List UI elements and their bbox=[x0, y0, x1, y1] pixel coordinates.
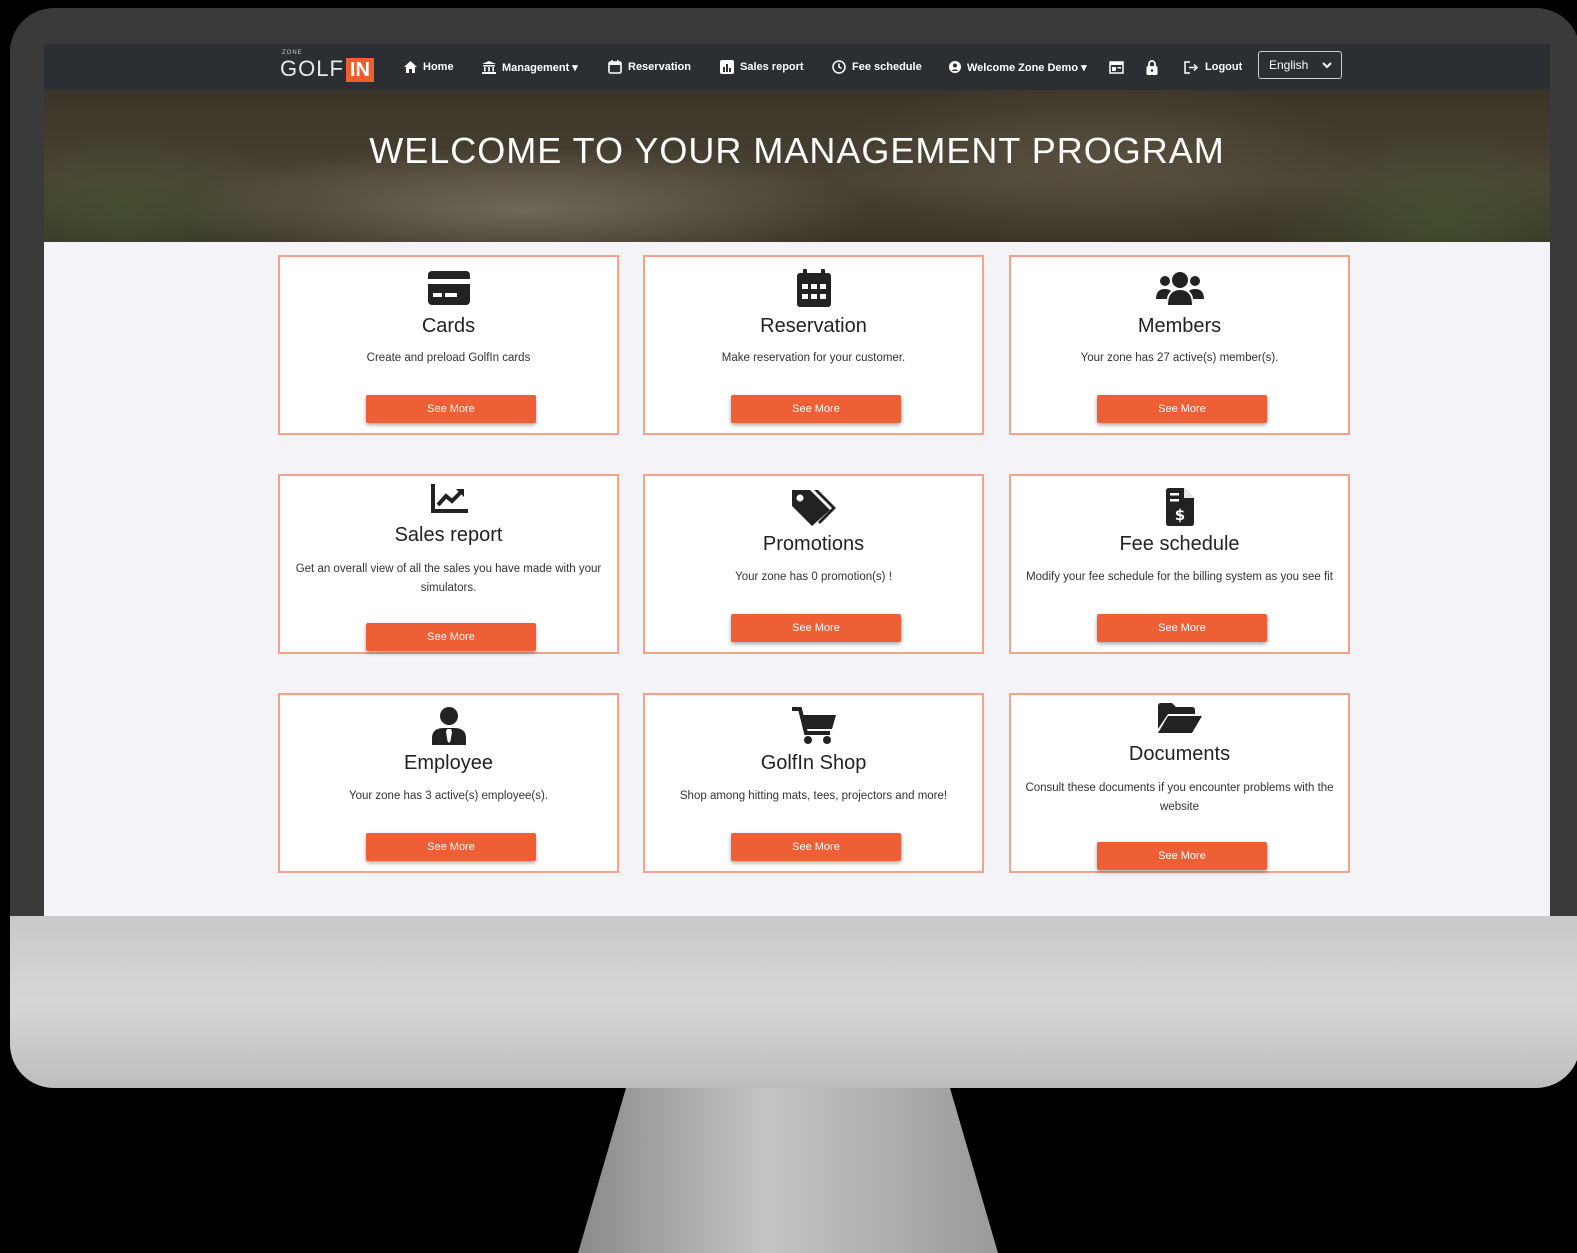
nav-fee-schedule[interactable]: Fee schedule bbox=[832, 44, 922, 90]
user-circle-icon bbox=[949, 61, 961, 73]
page-title: WELCOME TO YOUR MANAGEMENT PROGRAM bbox=[369, 130, 1225, 171]
card-title: Promotions bbox=[762, 533, 865, 555]
see-more-button-reservation[interactable]: See More bbox=[731, 395, 901, 423]
golfin-logo[interactable]: ZONE GOLF IN bbox=[280, 50, 374, 82]
card-description: Shop among hitting mats, tees, projector… bbox=[679, 790, 948, 802]
card-title: Sales report bbox=[394, 524, 503, 546]
navbar: ZONE GOLF IN Home Management ▾ Reservati… bbox=[44, 44, 1550, 90]
language-selected-value: English bbox=[1269, 58, 1309, 72]
bank-icon bbox=[482, 60, 496, 74]
credit-card-icon bbox=[427, 271, 470, 305]
users-icon bbox=[1155, 272, 1204, 305]
see-more-button-promotions[interactable]: See More bbox=[731, 614, 901, 642]
calendar-icon bbox=[796, 269, 831, 307]
nav-management-label: Management ▾ bbox=[502, 61, 578, 74]
card-employee: Employee Your zone has 3 active(s) emplo… bbox=[278, 693, 619, 873]
card-description: Your zone has 27 active(s) member(s). bbox=[1080, 352, 1279, 364]
card-title: Members bbox=[1137, 315, 1222, 337]
invoice-dollar-icon: $ bbox=[1165, 488, 1194, 526]
clock-icon bbox=[832, 60, 846, 74]
nav-home[interactable]: Home bbox=[404, 44, 454, 90]
nav-sales-report[interactable]: Sales report bbox=[720, 44, 804, 90]
see-more-button-sales-report[interactable]: See More bbox=[366, 623, 536, 651]
card-title: Fee schedule bbox=[1119, 533, 1240, 555]
lock-icon bbox=[1146, 59, 1158, 75]
card-members: Members Your zone has 27 active(s) membe… bbox=[1009, 255, 1350, 435]
card-title: Documents bbox=[1128, 743, 1231, 765]
card-promotions: Promotions Your zone has 0 promotion(s) … bbox=[643, 474, 984, 654]
folder-open-icon bbox=[1157, 703, 1202, 733]
card-description: Your zone has 0 promotion(s) ! bbox=[735, 571, 892, 583]
nav-display-button[interactable] bbox=[1109, 44, 1130, 90]
nav-fee-schedule-label: Fee schedule bbox=[852, 61, 922, 73]
nav-home-label: Home bbox=[423, 61, 454, 73]
card-cards: Cards Create and preload GolfIn cards Se… bbox=[278, 255, 619, 435]
monitor-stand bbox=[578, 1088, 998, 1253]
window-icon bbox=[1109, 60, 1124, 74]
logo-golf-text: GOLF bbox=[280, 56, 344, 81]
chart-icon bbox=[720, 60, 734, 74]
logo-zone-text: ZONE bbox=[282, 50, 303, 56]
nav-reservation-label: Reservation bbox=[628, 61, 691, 73]
card-reservation: Reservation Make reservation for your cu… bbox=[643, 255, 984, 435]
chevron-down-icon bbox=[1322, 62, 1332, 69]
nav-management[interactable]: Management ▾ bbox=[482, 44, 578, 90]
see-more-button-fee-schedule[interactable]: See More bbox=[1097, 614, 1267, 642]
hero-banner: WELCOME TO YOUR MANAGEMENT PROGRAM bbox=[44, 90, 1550, 242]
card-title: Employee bbox=[404, 752, 493, 774]
screen: ZONE GOLF IN Home Management ▾ Reservati… bbox=[44, 44, 1550, 916]
see-more-button-cards[interactable]: See More bbox=[366, 395, 536, 423]
chart-line-icon bbox=[430, 484, 468, 513]
see-more-button-members[interactable]: See More bbox=[1097, 395, 1267, 423]
card-documents: Documents Consult these documents if you… bbox=[1009, 693, 1350, 873]
nav-sales-report-label: Sales report bbox=[740, 61, 804, 73]
svg-text:$: $ bbox=[1174, 506, 1184, 524]
monitor-chin bbox=[10, 916, 1577, 1088]
card-description: Create and preload GolfIn cards bbox=[366, 352, 531, 364]
calendar-icon bbox=[608, 60, 622, 74]
card-title: Reservation bbox=[760, 315, 867, 337]
tags-icon bbox=[791, 490, 836, 526]
card-fee-schedule: $ Fee schedule Modify your fee schedule … bbox=[1009, 474, 1350, 654]
nav-welcome-label: Welcome Zone Demo ▾ bbox=[967, 61, 1087, 74]
card-description: Get an overall view of all the sales you… bbox=[295, 563, 602, 594]
card-sales-report: Sales report Get an overall view of all … bbox=[278, 474, 619, 654]
see-more-button-golfin-shop[interactable]: See More bbox=[731, 833, 901, 861]
home-icon bbox=[404, 61, 417, 73]
logout-icon bbox=[1184, 60, 1199, 74]
card-title: Cards bbox=[421, 315, 476, 337]
card-description: Modify your fee schedule for the billing… bbox=[1026, 571, 1333, 583]
nav-reservation[interactable]: Reservation bbox=[608, 44, 691, 90]
card-golfin-shop: GolfIn Shop Shop among hitting mats, tee… bbox=[643, 693, 984, 873]
user-tie-icon bbox=[431, 707, 466, 745]
nav-logout-label: Logout bbox=[1205, 61, 1243, 73]
see-more-button-documents[interactable]: See More bbox=[1097, 842, 1267, 870]
see-more-button-employee[interactable]: See More bbox=[366, 833, 536, 861]
language-select[interactable]: English bbox=[1258, 51, 1342, 79]
nav-welcome-user[interactable]: Welcome Zone Demo ▾ bbox=[949, 44, 1087, 90]
nav-logout[interactable]: Logout bbox=[1184, 44, 1242, 90]
card-description: Your zone has 3 active(s) employee(s). bbox=[348, 790, 548, 802]
card-description: Consult these documents if you encounter… bbox=[1025, 782, 1334, 813]
nav-lock-button[interactable] bbox=[1146, 44, 1164, 90]
card-title: GolfIn Shop bbox=[760, 752, 867, 774]
shopping-cart-icon bbox=[791, 707, 836, 744]
logo-in-text: IN bbox=[345, 58, 374, 82]
card-description: Make reservation for your customer. bbox=[721, 352, 906, 364]
